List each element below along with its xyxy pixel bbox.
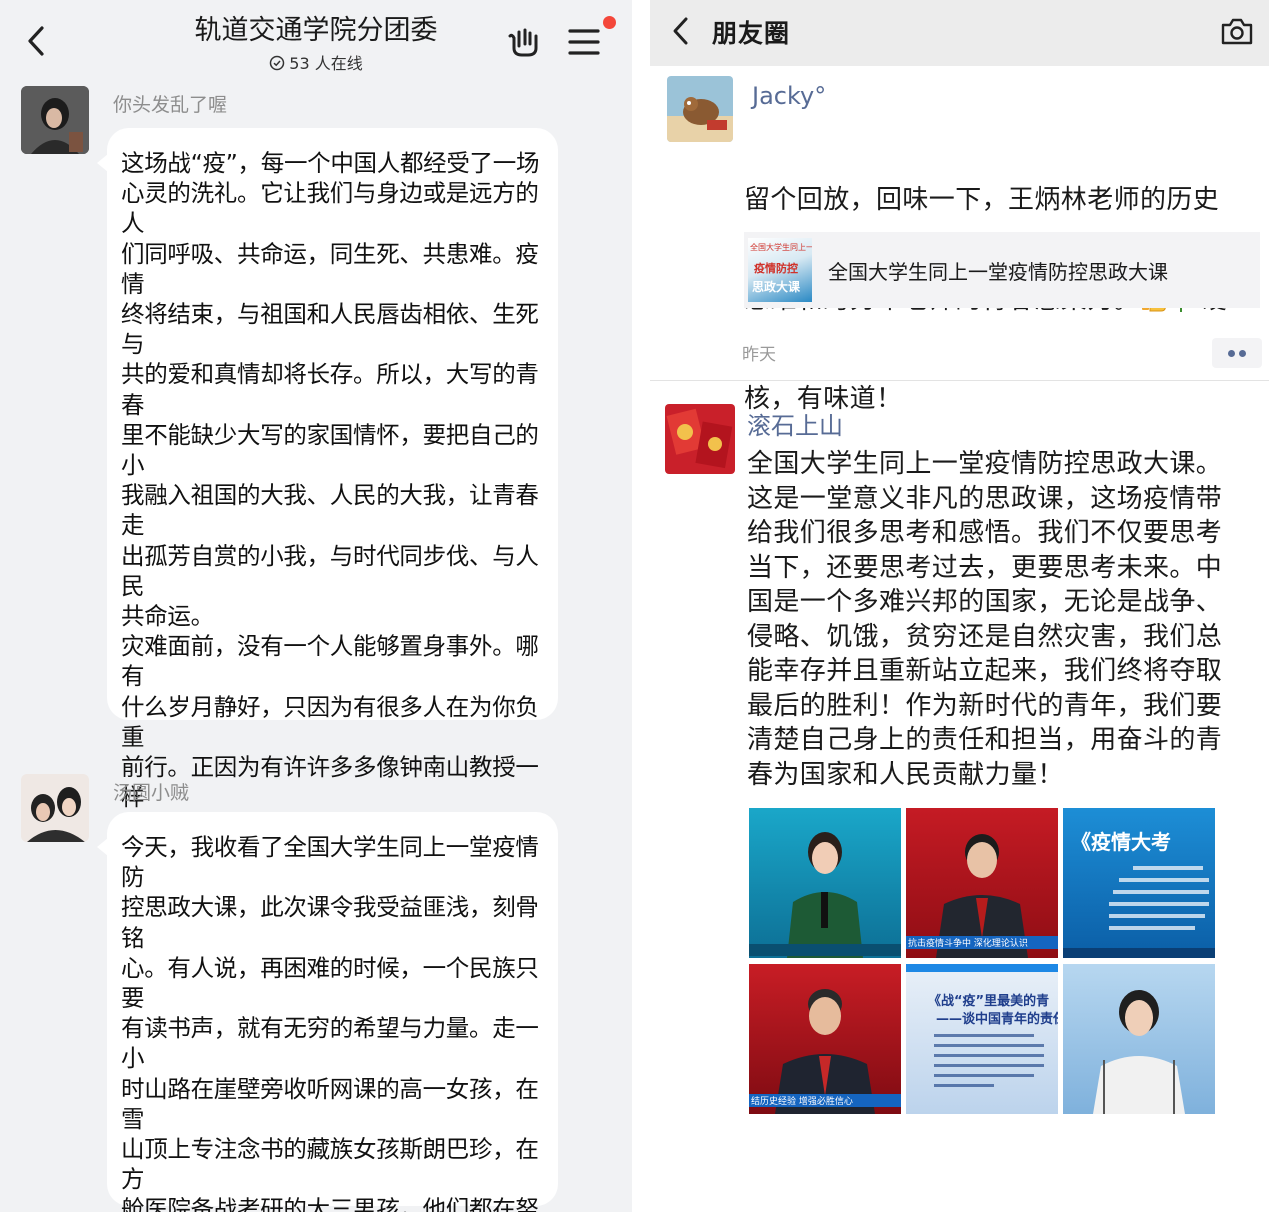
post-image[interactable]: 结历史经验 增强必胜信心 — [749, 964, 901, 1114]
avatar-cartoon-icon — [667, 76, 733, 142]
avatar[interactable] — [667, 76, 733, 142]
camera-icon[interactable] — [1220, 16, 1254, 46]
link-title: 全国大学生同上一堂疫情防控思政大课 — [828, 260, 1168, 284]
moments-header: 朋友圈 — [650, 0, 1269, 66]
image-caption-strip — [749, 944, 901, 956]
post-image[interactable] — [1063, 964, 1215, 1114]
poster-name[interactable]: 滚石上山 — [747, 406, 843, 441]
message-bubble[interactable]: 今天，我收看了全国大学生同上一堂疫情防 控思政大课，此次课令我受益匪浅，刻骨铭 … — [97, 812, 558, 1212]
post-image[interactable]: 抗击疫情斗争中 深化理论认识 — [906, 808, 1058, 958]
post-separator — [650, 380, 1269, 381]
back-arrow-icon[interactable] — [670, 16, 692, 46]
avatar-photo-icon — [21, 774, 89, 842]
post-time: 昨天 — [742, 345, 776, 365]
image-caption: 抗击疫情斗争中 深化理论认识 — [906, 936, 1058, 949]
avatar-red-envelope-icon — [665, 404, 735, 474]
shared-link-card[interactable]: 全国大学生同上一 疫情防控 思政大课 全国大学生同上一堂疫情防控思政大课 — [744, 232, 1260, 308]
hand-wave-icon[interactable] — [508, 24, 542, 58]
notification-dot — [603, 16, 616, 29]
avatar-photo-icon — [21, 86, 89, 154]
avatar[interactable] — [21, 86, 89, 154]
clock-icon — [270, 55, 285, 71]
avatar[interactable] — [665, 404, 735, 474]
thumb-text: 疫情防控 — [754, 262, 798, 275]
image-caption: 结历史经验 增强必胜信心 — [749, 1094, 901, 1107]
sender-name: 你头发乱了喔 — [113, 94, 228, 116]
text-lines-icon — [1063, 866, 1215, 958]
avatar[interactable] — [21, 774, 89, 842]
panel-divider — [632, 0, 650, 1212]
dot-icon — [1228, 350, 1235, 357]
speaker-person-icon — [1093, 990, 1185, 1114]
menu-icon[interactable] — [568, 26, 602, 58]
moments-title: 朋友圈 — [712, 19, 791, 48]
moments-panel: 朋友圈 Jacky° 留个回放，回味一下，王炳林老师的历史 思维和冯秀军老师的青… — [650, 0, 1269, 1212]
text-lines-icon — [906, 964, 1058, 1087]
thumb-text: 全国大学生同上一 — [750, 243, 812, 252]
post-image[interactable] — [749, 808, 901, 958]
link-thumbnail: 全国大学生同上一 疫情防控 思政大课 — [748, 238, 812, 302]
message-bubble[interactable]: 这场战“疫”，每一个中国人都经受了一场 心灵的洗礼。它让我们与身边或是远方的人 … — [97, 128, 558, 1144]
more-options-button[interactable] — [1212, 338, 1262, 368]
speaker-person-icon — [787, 832, 863, 958]
speaker-person-icon — [775, 989, 875, 1114]
online-count-text: 53 人在线 — [289, 54, 363, 73]
dot-icon — [1239, 350, 1246, 357]
post-image[interactable]: 《战“疫”里最美的青 ——谈中国青年的责任 — [906, 964, 1058, 1114]
group-chat-panel: 轨道交通学院分团委 53 人在线 你头发乱了喔 这场战“疫”，每一个中国人都经受… — [0, 0, 632, 1212]
sender-name: 汤圆小贼 — [113, 782, 190, 804]
thumb-text: 思政大课 — [752, 280, 801, 294]
post-text: 全国大学生同上一堂疫情防控思政大课。 这是一堂意义非凡的思政课，这场疫情带 给我… — [747, 449, 1223, 790]
poster-name[interactable]: Jacky° — [752, 82, 826, 110]
post-text-line: 留个回放，回味一下，王炳林老师的历史 — [744, 185, 1220, 215]
post-image[interactable]: 《疫情大考 — [1063, 808, 1215, 958]
